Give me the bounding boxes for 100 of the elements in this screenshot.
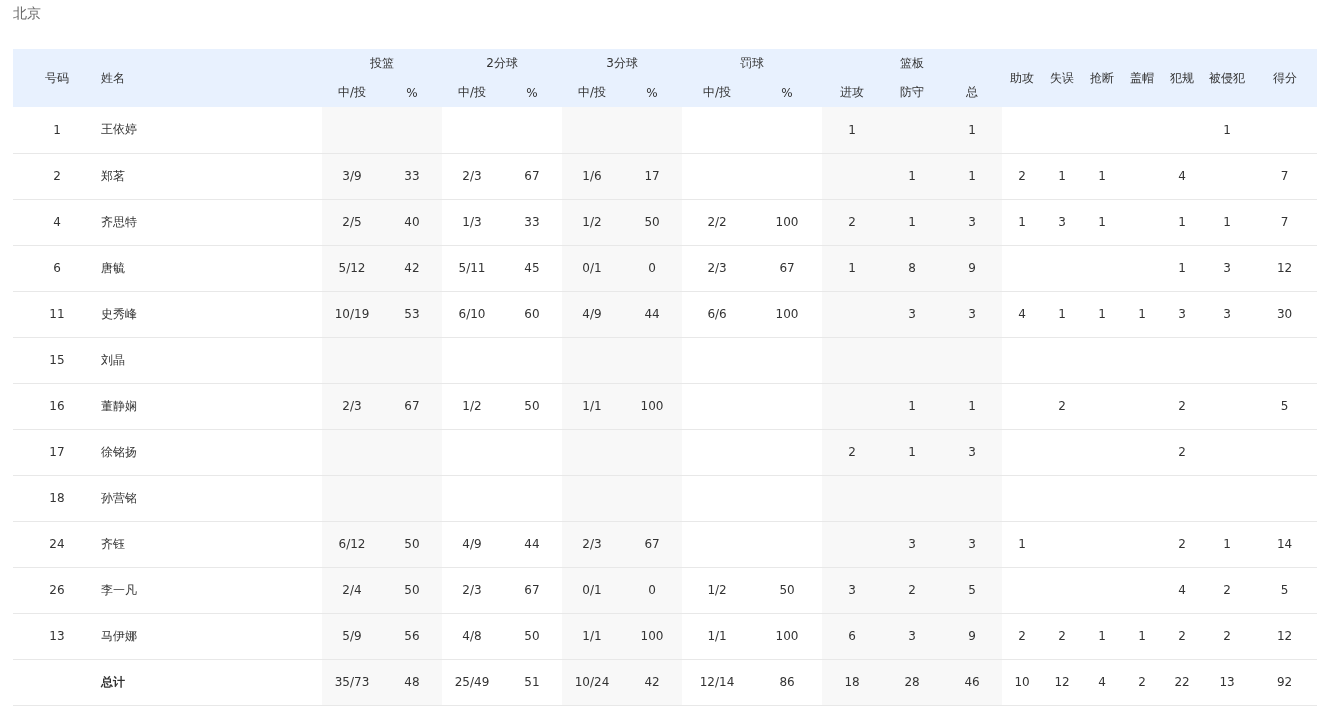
column-header: 失误	[1050, 70, 1075, 85]
stat-value: 22	[1174, 675, 1190, 689]
stat-value: 4	[1018, 307, 1026, 321]
stat-value: 40	[404, 215, 420, 229]
stat-value: 45	[524, 261, 540, 275]
column-group-header: 篮板	[900, 56, 925, 70]
stat-value: 5	[1280, 399, 1289, 413]
stat-value: 6/12	[338, 537, 366, 551]
column-header: 得分	[1272, 70, 1297, 85]
column-header: 被侵犯	[1209, 70, 1246, 85]
column-group-header: 罚球	[740, 56, 765, 70]
column-header: 中/投	[703, 85, 732, 99]
stat-value: 2	[1223, 629, 1231, 643]
player-name: 李一凡	[101, 582, 137, 597]
stat-value: 44	[524, 537, 540, 551]
stat-value: 50	[404, 537, 420, 551]
stat-value: 1	[848, 261, 856, 275]
stat-value: 50	[404, 583, 420, 597]
stat-value: 44	[644, 307, 660, 321]
player-number: 13	[49, 629, 65, 643]
stat-value: 4	[1178, 583, 1186, 597]
stat-value: 5	[968, 583, 976, 597]
stat-value: 1	[1098, 629, 1106, 643]
stat-value: 2/5	[342, 215, 362, 229]
stat-value: 2	[1223, 583, 1231, 597]
player-name: 齐钰	[101, 536, 125, 551]
stat-value: 1/2	[582, 215, 602, 229]
player-number: 15	[49, 353, 65, 367]
stat-value: 2	[1058, 399, 1066, 413]
column-header: 总	[966, 85, 979, 99]
stat-value: 12	[1054, 675, 1070, 689]
stat-value: 2/3	[582, 537, 602, 551]
stat-value: 7	[1280, 215, 1289, 229]
stat-value: 0/1	[582, 583, 602, 597]
column-group-header: 2分球	[486, 56, 518, 70]
player-number: 17	[49, 445, 65, 459]
player-number: 2	[53, 169, 61, 183]
column-header: %	[526, 85, 538, 100]
stat-value: 6/10	[458, 307, 486, 321]
stat-value: 3	[908, 629, 916, 643]
stat-value: 0/1	[582, 261, 602, 275]
stat-value: 92	[1276, 675, 1293, 689]
stat-value: 46	[964, 675, 980, 689]
stat-value: 67	[524, 583, 540, 597]
stat-value: 5/9	[342, 629, 362, 643]
stat-value: 2	[848, 215, 856, 229]
stat-value: 0	[648, 261, 656, 275]
stat-value: 35/73	[334, 675, 370, 689]
stat-value: 1	[968, 122, 976, 137]
column-group-header: 投篮	[370, 56, 394, 70]
column-group-header: 3分球	[606, 56, 638, 70]
column-header: 姓名	[101, 70, 125, 85]
stat-value: 1	[908, 215, 916, 229]
stat-value: 1/1	[707, 629, 727, 643]
column-header: %	[406, 85, 418, 100]
stat-value: 1	[1223, 122, 1231, 137]
player-name: 齐思特	[101, 214, 137, 229]
player-name: 徐铭扬	[101, 444, 137, 459]
player-number: 4	[53, 215, 61, 229]
stat-value: 2	[1178, 629, 1186, 643]
stat-value: 10/24	[574, 675, 610, 689]
stat-value: 8	[908, 261, 916, 275]
player-name: 王依婷	[101, 122, 137, 137]
stat-value: 3	[968, 307, 976, 321]
stat-value: 12/14	[699, 675, 735, 689]
stat-value: 9	[968, 629, 976, 643]
stat-value: 53	[404, 307, 420, 321]
stat-value: 1	[1058, 307, 1066, 321]
stat-value: 50	[524, 629, 540, 643]
stat-value: 17	[644, 169, 660, 183]
stat-value: 2/3	[342, 399, 362, 413]
stat-value: 50	[524, 399, 540, 413]
stat-value: 3	[968, 215, 976, 229]
stat-value: 4	[1178, 169, 1186, 183]
stat-value: 1	[908, 399, 916, 413]
player-name: 孙营铭	[101, 490, 137, 505]
stat-value: 67	[524, 169, 540, 183]
stat-value: 5	[1280, 583, 1289, 597]
stat-value: 2	[908, 583, 916, 597]
stat-value: 51	[524, 675, 540, 689]
stat-value: 86	[779, 675, 795, 689]
stat-value: 2/3	[462, 583, 482, 597]
column-header: 犯规	[1170, 70, 1195, 85]
player-number: 16	[49, 399, 65, 413]
stat-value: 1	[1098, 169, 1106, 183]
stat-value: 5/12	[338, 261, 366, 275]
stat-value: 100	[640, 629, 664, 643]
stat-value: 1/2	[707, 583, 727, 597]
column-header: 号码	[45, 70, 69, 85]
stat-value: 1	[1018, 215, 1026, 229]
column-header: 中/投	[578, 85, 607, 99]
column-header: 防守	[900, 85, 925, 99]
stat-value: 42	[644, 675, 660, 689]
stat-value: 12	[1276, 629, 1293, 643]
stat-value: 2	[848, 445, 856, 459]
stat-value: 2	[1018, 169, 1026, 183]
stat-value: 48	[404, 675, 420, 689]
stat-value: 30	[1276, 307, 1293, 321]
stat-value: 3	[908, 537, 916, 551]
stat-value: 1	[1178, 215, 1186, 229]
